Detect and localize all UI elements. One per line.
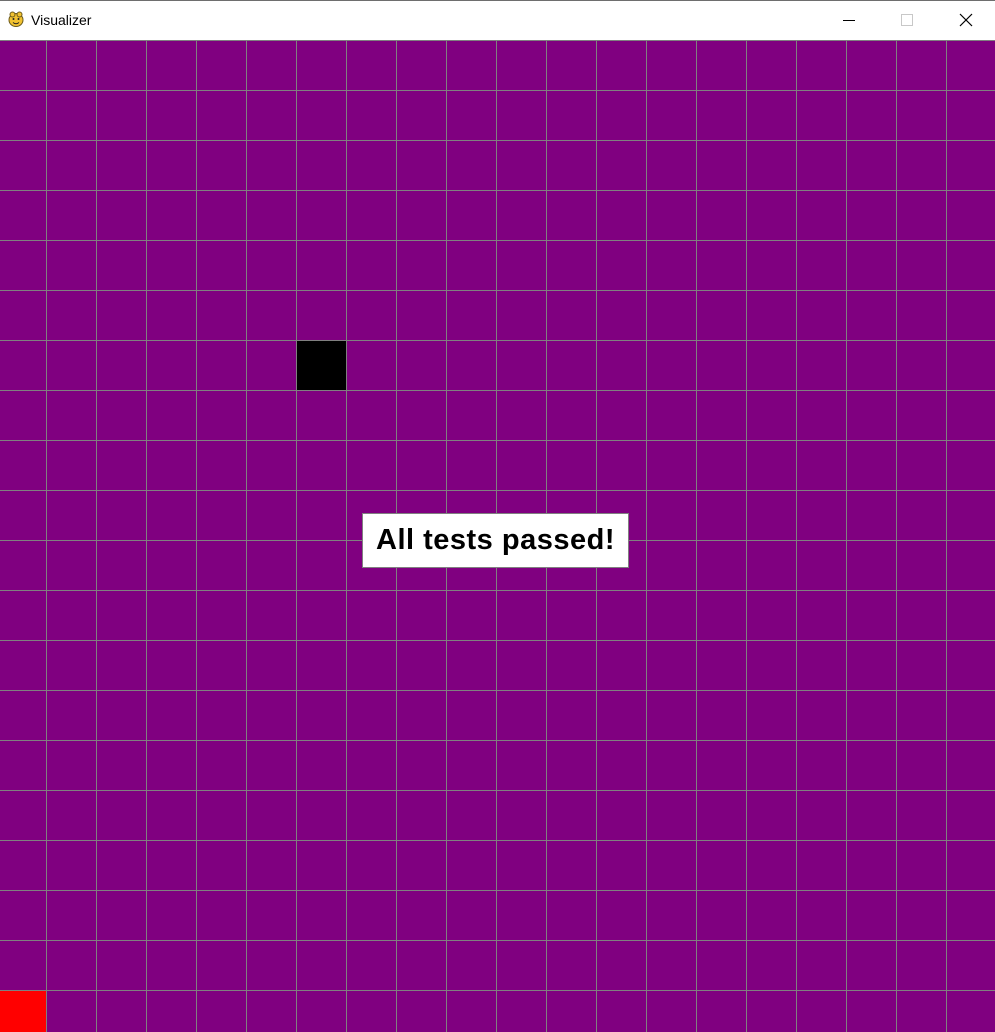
minimize-button[interactable] <box>820 1 878 39</box>
grid-board[interactable]: All tests passed! <box>0 40 995 1032</box>
status-message: All tests passed! <box>376 524 615 556</box>
maximize-icon <box>901 14 913 26</box>
start-cell <box>0 990 46 1032</box>
status-message-box: All tests passed! <box>362 513 629 568</box>
app-icon <box>8 11 24 27</box>
minimize-icon <box>843 20 855 21</box>
close-icon <box>959 13 973 27</box>
maximize-button[interactable] <box>878 1 936 39</box>
title-bar[interactable]: Visualizer <box>0 1 995 39</box>
window-title: Visualizer <box>31 12 92 28</box>
close-button[interactable] <box>937 1 995 39</box>
visualizer-window: Visualizer All tests passed! <box>0 0 995 1032</box>
obstacle-cell <box>296 340 346 390</box>
